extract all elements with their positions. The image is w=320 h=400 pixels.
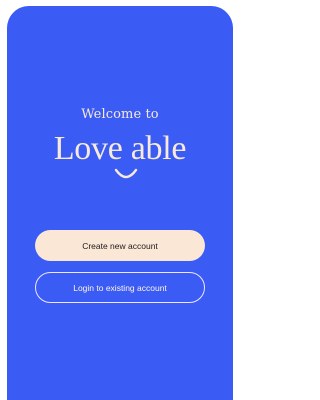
welcome-text: Welcome to (81, 107, 159, 122)
create-account-label: Create new account (82, 240, 158, 251)
create-account-button[interactable]: Create new account (35, 230, 205, 261)
login-existing-label: Login to existing account (73, 282, 167, 293)
welcome-screen: Welcome to Love able Create new account … (7, 6, 233, 400)
smile-icon (114, 168, 138, 179)
app-logo: Love able (53, 130, 187, 167)
login-existing-button[interactable]: Login to existing account (35, 272, 205, 303)
